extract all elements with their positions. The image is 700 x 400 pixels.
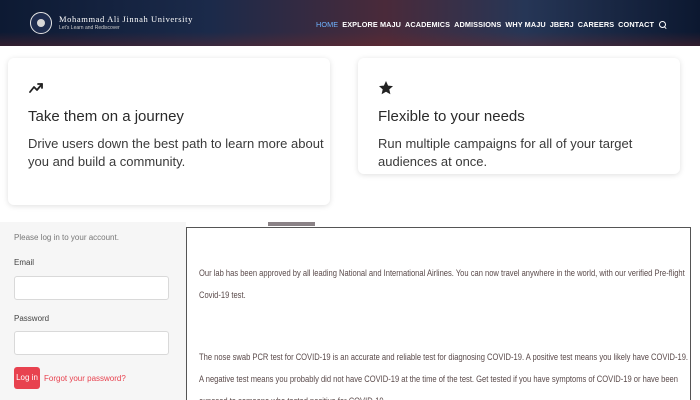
covid-test-notice: Our lab has been approved by all leading… <box>186 227 691 400</box>
site-logo[interactable]: Mohammad Ali Jinnah University Let's Lea… <box>30 12 193 34</box>
nav-jberj[interactable]: JBERJ <box>550 20 574 29</box>
nav-home[interactable]: HOME <box>316 20 338 29</box>
card-description: Run multiple campaigns for all of your t… <box>378 136 633 169</box>
login-button[interactable]: Log in <box>14 367 40 389</box>
search-icon[interactable] <box>659 20 667 29</box>
password-field[interactable] <box>14 331 169 355</box>
trending-up-icon <box>29 83 43 93</box>
forgot-password-link[interactable]: Forgot your password? <box>44 374 126 383</box>
nav-why-maju[interactable]: WHY MAJU <box>505 20 545 29</box>
login-prompt: Please log in to your account. <box>14 233 119 242</box>
main-nav: HOME EXPLORE MAJU ACADEMICS ADMISSIONS W… <box>316 20 667 29</box>
notice-paragraph: Our lab has been approved by all leading… <box>199 268 685 300</box>
email-field[interactable] <box>14 276 169 300</box>
section-divider-tab <box>268 222 315 226</box>
nav-careers[interactable]: CAREERS <box>578 20 614 29</box>
site-header: Mohammad Ali Jinnah University Let's Lea… <box>0 0 700 46</box>
email-label: Email <box>14 258 35 267</box>
card-title: Take them on a journey <box>28 108 184 125</box>
nav-academics[interactable]: ACADEMICS <box>405 20 450 29</box>
nav-admissions[interactable]: ADMISSIONS <box>454 20 501 29</box>
notice-paragraph: The nose swab PCR test for COVID-19 is a… <box>199 352 689 400</box>
nav-explore-maju[interactable]: EXPLORE MAJU <box>342 20 401 29</box>
feature-card-flexible: Flexible to your needs Run multiple camp… <box>358 58 680 174</box>
star-icon <box>379 81 393 95</box>
logo-tagline: Let's Learn and Rediscover <box>59 24 120 31</box>
logo-name: Mohammad Ali Jinnah University <box>59 14 193 25</box>
card-description: Drive users down the best path to learn … <box>28 136 324 169</box>
nav-contact[interactable]: CONTACT <box>618 20 654 29</box>
card-title: Flexible to your needs <box>378 108 525 125</box>
university-seal-icon <box>30 12 52 34</box>
feature-card-journey: Take them on a journey Drive users down … <box>8 58 330 205</box>
password-label: Password <box>14 314 50 323</box>
